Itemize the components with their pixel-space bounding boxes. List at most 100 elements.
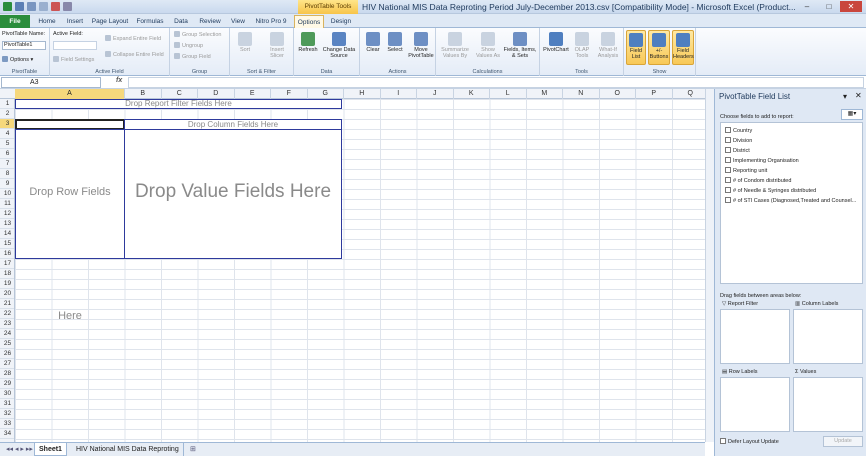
column-header-d[interactable]: D bbox=[198, 89, 235, 99]
sheet-nav-arrows[interactable]: ◂◂ ◂ ▸ ▸▸ bbox=[2, 443, 37, 456]
undo-icon[interactable] bbox=[27, 2, 36, 11]
what-if-button[interactable]: What-If Analysis bbox=[594, 32, 622, 59]
row-header-26[interactable]: 26 bbox=[0, 349, 14, 359]
insert-slicer-button[interactable]: Insert Slicer bbox=[264, 32, 290, 59]
defer-checkbox-box[interactable] bbox=[720, 438, 726, 444]
save-icon[interactable] bbox=[15, 2, 24, 11]
row-header-14[interactable]: 14 bbox=[0, 229, 14, 239]
row-header-28[interactable]: 28 bbox=[0, 369, 14, 379]
row-header-29[interactable]: 29 bbox=[0, 379, 14, 389]
row-header-13[interactable]: 13 bbox=[0, 219, 14, 229]
olap-tools-button[interactable]: OLAP Tools bbox=[570, 32, 594, 59]
update-button[interactable]: Update bbox=[823, 436, 863, 447]
row-header-19[interactable]: 19 bbox=[0, 279, 14, 289]
row-header-9[interactable]: 9 bbox=[0, 179, 14, 189]
sort-button[interactable]: Sort bbox=[234, 32, 256, 53]
redo-icon[interactable] bbox=[39, 2, 48, 11]
field-checkbox[interactable] bbox=[725, 197, 731, 203]
row-header-10[interactable]: 10 bbox=[0, 189, 14, 199]
acrobat-icon[interactable] bbox=[51, 2, 60, 11]
field-settings-button[interactable]: Field Settings bbox=[53, 56, 94, 64]
field-checkbox[interactable] bbox=[725, 157, 731, 163]
defer-layout-checkbox[interactable]: Defer Layout Update bbox=[720, 438, 779, 445]
sheet-tab-hiv-data[interactable]: HIV National MIS Data Reproting bbox=[72, 443, 184, 456]
column-header-q[interactable]: Q bbox=[673, 89, 709, 99]
clear-button[interactable]: Clear bbox=[362, 32, 384, 53]
worksheet-grid[interactable]: Drop Report Filter Fields Here Drop Colu… bbox=[15, 99, 705, 442]
tab-page-layout[interactable]: Page Layout bbox=[90, 15, 130, 28]
row-header-30[interactable]: 30 bbox=[0, 389, 14, 399]
field-checkbox[interactable] bbox=[725, 177, 731, 183]
fields-items-sets-button[interactable]: Fields, Items, & Sets bbox=[502, 32, 538, 59]
column-header-k[interactable]: K bbox=[454, 89, 490, 99]
pivot-row-fields-drop[interactable]: Drop Row Fields Here bbox=[15, 129, 125, 322]
column-header-a[interactable]: A bbox=[15, 89, 125, 99]
tab-nitro[interactable]: Nitro Pro 9 bbox=[252, 15, 290, 28]
field-checkbox[interactable] bbox=[725, 137, 731, 143]
column-header-e[interactable]: E bbox=[235, 89, 271, 99]
column-header-f[interactable]: F bbox=[271, 89, 308, 99]
values-area[interactable] bbox=[793, 377, 863, 432]
fx-icon[interactable]: fx bbox=[116, 77, 122, 84]
field-checkbox[interactable] bbox=[725, 147, 731, 153]
pane-close-icon[interactable]: ✕ bbox=[855, 91, 862, 100]
field-list-button[interactable]: Field List bbox=[626, 30, 646, 65]
tab-home[interactable]: Home bbox=[34, 15, 60, 28]
field-headers-button[interactable]: Field Headers bbox=[672, 30, 694, 65]
formula-input[interactable] bbox=[128, 77, 864, 88]
close-button[interactable]: ✕ bbox=[840, 1, 862, 12]
options-button[interactable]: Options ▾ bbox=[2, 56, 33, 64]
column-header-g[interactable]: G bbox=[308, 89, 344, 99]
column-header-l[interactable]: L bbox=[490, 89, 527, 99]
change-data-source-button[interactable]: Change Data Source bbox=[320, 32, 358, 59]
row-labels-area[interactable] bbox=[720, 377, 790, 432]
refresh-button[interactable]: Refresh bbox=[296, 32, 320, 53]
active-field-input[interactable] bbox=[53, 41, 97, 50]
new-sheet-icon[interactable]: ⊞ bbox=[186, 443, 200, 456]
tab-file[interactable]: File bbox=[0, 15, 30, 28]
name-box[interactable]: A3 bbox=[1, 77, 101, 88]
field-item[interactable]: # of Needle & Syringes distributed bbox=[725, 187, 816, 195]
row-header-16[interactable]: 16 bbox=[0, 249, 14, 259]
sheet-tab-sheet1[interactable]: Sheet1 bbox=[34, 443, 67, 456]
row-header-4[interactable]: 4 bbox=[0, 129, 14, 139]
column-header-n[interactable]: N bbox=[563, 89, 600, 99]
maximize-button[interactable]: □ bbox=[818, 1, 840, 12]
column-header-i[interactable]: I bbox=[381, 89, 417, 99]
row-header-33[interactable]: 33 bbox=[0, 419, 14, 429]
row-header-1[interactable]: 1 bbox=[0, 99, 14, 109]
pivot-report-filter-drop[interactable]: Drop Report Filter Fields Here bbox=[15, 99, 342, 109]
show-values-as-button[interactable]: Show Values As bbox=[474, 32, 502, 59]
group-selection-button[interactable]: Group Selection bbox=[174, 31, 221, 39]
tab-data[interactable]: Data bbox=[170, 15, 192, 28]
customize-qat-icon[interactable] bbox=[63, 2, 72, 11]
field-item[interactable]: Country bbox=[725, 127, 752, 135]
column-header-j[interactable]: J bbox=[417, 89, 454, 99]
tab-options[interactable]: Options bbox=[294, 15, 324, 28]
field-item[interactable]: # of Condom distributed bbox=[725, 177, 791, 185]
row-header-22[interactable]: 22 bbox=[0, 309, 14, 319]
row-header-8[interactable]: 8 bbox=[0, 169, 14, 179]
row-header-6[interactable]: 6 bbox=[0, 149, 14, 159]
field-item[interactable]: Reporting unit bbox=[725, 167, 767, 175]
pivotchart-button[interactable]: PivotChart bbox=[542, 32, 570, 53]
row-header-21[interactable]: 21 bbox=[0, 299, 14, 309]
field-checkbox[interactable] bbox=[725, 187, 731, 193]
expand-field-button[interactable]: Expand Entire Field bbox=[105, 35, 161, 43]
row-header-15[interactable]: 15 bbox=[0, 239, 14, 249]
pane-dropdown-icon[interactable]: ▾ bbox=[843, 92, 847, 101]
tab-review[interactable]: Review bbox=[196, 15, 224, 28]
plus-minus-buttons-button[interactable]: +/- Buttons bbox=[648, 30, 670, 65]
tab-design[interactable]: Design bbox=[326, 15, 356, 28]
field-checkbox[interactable] bbox=[725, 127, 731, 133]
field-item[interactable]: District bbox=[725, 147, 750, 155]
row-header-27[interactable]: 27 bbox=[0, 359, 14, 369]
select-button[interactable]: Select bbox=[384, 32, 406, 53]
row-header-18[interactable]: 18 bbox=[0, 269, 14, 279]
column-header-h[interactable]: H bbox=[344, 89, 381, 99]
row-header-34[interactable]: 34 bbox=[0, 429, 14, 439]
row-header-5[interactable]: 5 bbox=[0, 139, 14, 149]
field-item[interactable]: Division bbox=[725, 137, 752, 145]
tab-insert[interactable]: Insert bbox=[62, 15, 88, 28]
column-header-c[interactable]: C bbox=[162, 89, 198, 99]
